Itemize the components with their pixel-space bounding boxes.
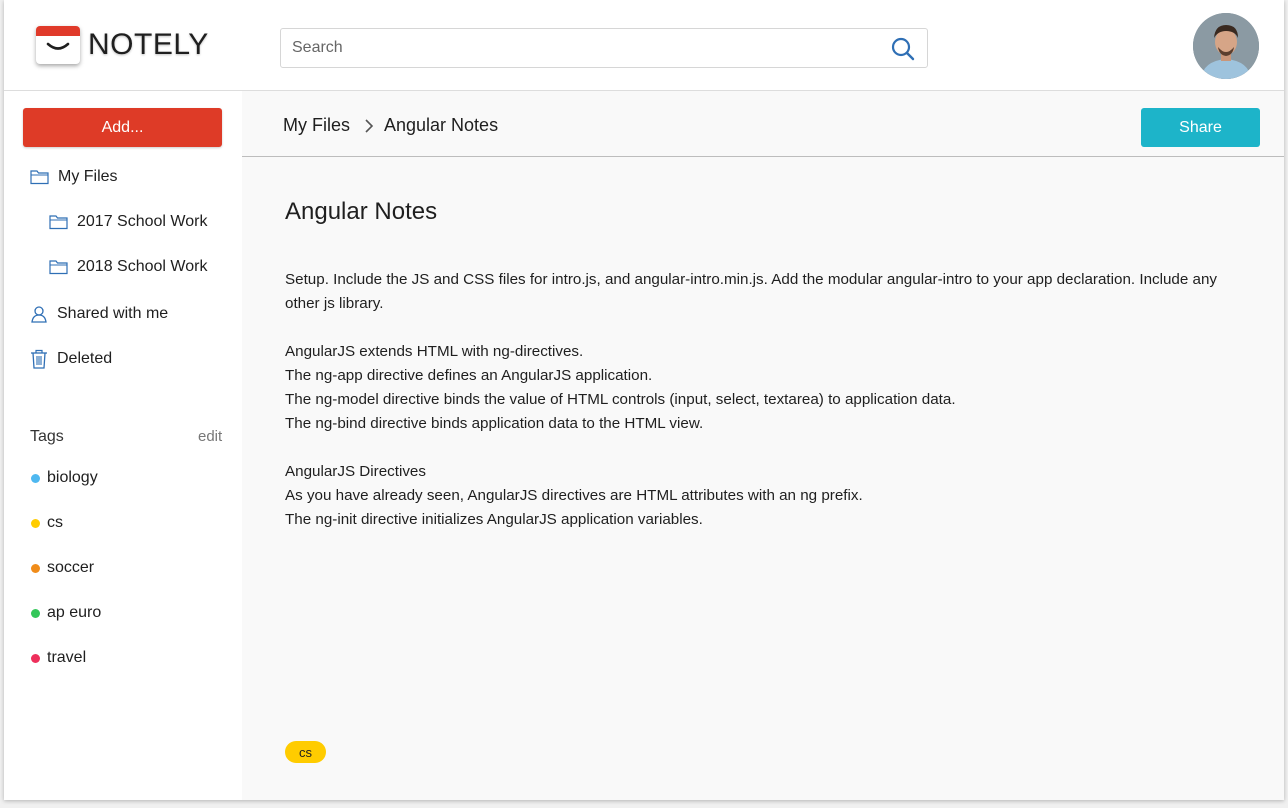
tag-color-dot: [31, 608, 40, 618]
sidebar-item-label: My Files: [58, 168, 118, 185]
tags-edit-link[interactable]: edit: [198, 428, 222, 445]
tag-color-dot: [31, 653, 40, 663]
tag-label: travel: [47, 649, 87, 666]
note-line: The ng-model directive binds the value o…: [285, 391, 956, 408]
header: NOTELY: [4, 0, 1284, 91]
tag-label: cs: [47, 514, 63, 531]
tag-item-cs[interactable]: cs: [31, 514, 63, 532]
folder-icon: [49, 260, 68, 275]
search-bar: [280, 28, 928, 68]
search-input[interactable]: [281, 29, 882, 67]
breadcrumb-root[interactable]: My Files: [283, 115, 350, 136]
chevron-right-icon: [364, 118, 374, 134]
note-body[interactable]: Setup. Include the JS and CSS files for …: [285, 268, 1235, 556]
note-line: The ng-init directive initializes Angula…: [285, 511, 703, 528]
folder-icon: [49, 215, 68, 230]
tag-color-dot: [31, 518, 40, 528]
note-line: The ng-app directive defines an AngularJ…: [285, 367, 653, 384]
note-paragraph: Setup. Include the JS and CSS files for …: [285, 268, 1235, 316]
tag-color-dot: [31, 473, 40, 483]
note-title[interactable]: Angular Notes: [285, 198, 437, 226]
sidebar-item-2018-school-work[interactable]: 2018 School Work: [49, 258, 207, 276]
sidebar-item-label: 2017 School Work: [77, 213, 208, 230]
avatar[interactable]: [1193, 13, 1259, 79]
user-icon: [31, 306, 47, 323]
add-button[interactable]: Add...: [23, 108, 222, 147]
sidebar-item-deleted[interactable]: Deleted: [30, 349, 112, 369]
tag-label: biology: [47, 469, 98, 486]
tags-heading: Tags: [30, 428, 64, 445]
sidebar-item-label: 2018 School Work: [77, 258, 208, 275]
logo[interactable]: NOTELY: [36, 26, 209, 64]
note-line: As you have already seen, AngularJS dire…: [285, 487, 863, 504]
tag-item-travel[interactable]: travel: [31, 649, 86, 667]
share-button[interactable]: Share: [1141, 108, 1260, 147]
sidebar-item-label: Deleted: [57, 350, 113, 367]
tag-item-biology[interactable]: biology: [31, 469, 98, 487]
breadcrumb-current: Angular Notes: [384, 115, 499, 135]
tag-item-soccer[interactable]: soccer: [31, 559, 94, 577]
main-content: My Files Angular Notes Share Angular Not…: [242, 91, 1284, 800]
note-line: AngularJS Directives: [285, 463, 426, 480]
tag-item-ap-euro[interactable]: ap euro: [31, 604, 101, 622]
app-window: NOTELY Add...: [4, 0, 1284, 800]
sidebar-item-label: Shared with me: [57, 305, 169, 322]
tag-color-dot: [31, 563, 40, 573]
breadcrumb: My Files Angular Notes: [283, 115, 498, 136]
trash-icon: [31, 349, 47, 369]
note-paragraph: AngularJS extends HTML with ng-directive…: [285, 340, 1235, 436]
note-line: AngularJS extends HTML with ng-directive…: [285, 343, 584, 360]
search-icon[interactable]: [891, 37, 915, 66]
sidebar-item-2017-school-work[interactable]: 2017 School Work: [49, 213, 207, 231]
content-toolbar: My Files Angular Notes Share: [242, 91, 1284, 157]
sidebar: Add... My Files 2017 School Work 2018 Sc…: [4, 91, 242, 800]
note-line: The ng-bind directive binds application …: [285, 415, 704, 432]
sidebar-item-shared-with-me[interactable]: Shared with me: [30, 305, 168, 323]
note-line: Setup. Include the JS and CSS files for …: [285, 271, 1218, 312]
tag-label: soccer: [47, 559, 95, 576]
note-tag-badge[interactable]: cs: [285, 741, 326, 763]
tag-label: ap euro: [47, 604, 102, 621]
sidebar-item-my-files[interactable]: My Files: [30, 168, 118, 186]
app-name: NOTELY: [88, 28, 209, 61]
folder-icon: [30, 170, 49, 185]
note-paragraph: AngularJS Directives As you have already…: [285, 460, 1235, 532]
notely-logo-icon: [36, 26, 80, 64]
